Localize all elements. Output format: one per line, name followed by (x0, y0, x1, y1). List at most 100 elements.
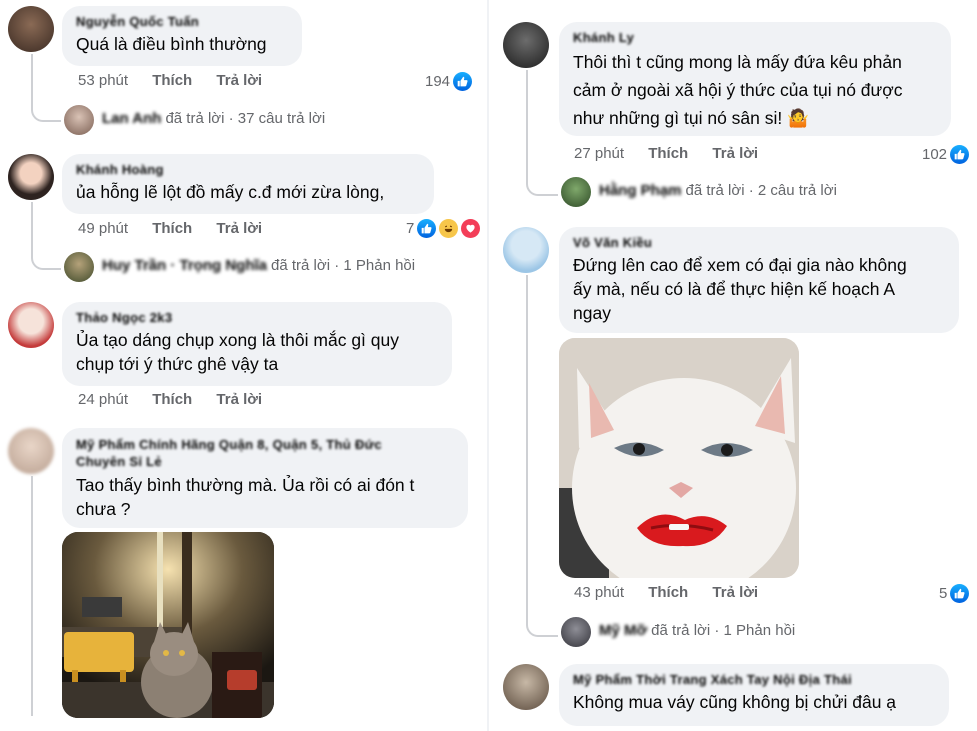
avatar[interactable] (8, 6, 54, 52)
comment-text-line: chưa ? (76, 499, 131, 519)
view-replies-link[interactable]: Huy Trần · Trọng Nghĩa đã trả lời · 1 Ph… (96, 257, 415, 274)
avatar[interactable] (503, 22, 549, 68)
comment-author[interactable]: Thảo Ngọc 2k3 (76, 310, 438, 325)
comment-actions: 49 phút Thích Trả lời (78, 220, 282, 237)
reply-thread-line (31, 54, 61, 122)
comment-text: Quá là điều bình thường (76, 34, 267, 54)
avatar[interactable] (64, 252, 94, 282)
reaction-count[interactable]: 5 (939, 584, 970, 603)
comment-bubble: Mỹ Phẩm Thời Trang Xách Tay Nội Địa Thái… (559, 664, 949, 726)
comment-author[interactable]: Khánh Ly (573, 30, 937, 45)
comment-text: Thôi thì t cũng mong là mấy đứa kêu phản… (573, 48, 937, 132)
reply-summary: đã trả lời · 1 Phản hồi (271, 257, 416, 274)
reply-thread-line (31, 476, 33, 716)
reaction-count[interactable]: 102 (922, 145, 970, 164)
comment-time[interactable]: 53 phút (78, 72, 128, 89)
reply-author: Mỹ Mỡ (599, 622, 648, 639)
comment-text-line: Ủa tạo dáng chụp xong là thôi mắc gì quy (76, 330, 399, 350)
avatar[interactable] (503, 227, 549, 273)
comment-author[interactable]: Võ Văn Kiều (573, 235, 945, 250)
comment-author[interactable]: Khánh Hoàng (76, 162, 420, 177)
comment-actions: 53 phút Thích Trả lời (78, 72, 282, 89)
avatar[interactable] (8, 428, 54, 474)
reply-author: Lan Anh (102, 110, 162, 127)
comment-text: Tao thấy bình thường mà. Ủa rồi có ai đó… (76, 473, 454, 521)
reply-thread-line (31, 202, 61, 270)
reply-summary: đã trả lời · 37 câu trả lời (165, 110, 326, 127)
comment-text: ủa hỗng lẽ lột đồ mấy c.đ mới zừa lòng, (76, 182, 385, 202)
comment-author[interactable]: Mỹ Phẩm Thời Trang Xách Tay Nội Địa Thái (573, 672, 935, 687)
reply-button[interactable]: Trả lời (712, 584, 758, 601)
comment-photo[interactable] (62, 532, 274, 718)
like-button[interactable]: Thích (152, 72, 192, 89)
comment-text-line: ấy mà, nếu có là để thực hiện kế hoạch A (573, 279, 896, 299)
like-reaction-icon (417, 219, 437, 238)
comment-text-line: ngay (573, 303, 611, 323)
haha-reaction-icon (439, 219, 459, 238)
comment-bubble: Mỹ Phẩm Chính Hãng Quận 8, Quận 5, Thủ Đ… (62, 428, 468, 528)
reply-author: Huy Trần · Trọng Nghĩa (102, 257, 268, 274)
comment-actions: 24 phút Thích Trả lời (78, 391, 282, 408)
comment-photo[interactable] (559, 338, 799, 578)
comment-text-line: cảm ở ngoài xã hội ý thức của tụi nó đượ… (573, 80, 903, 100)
comment-actions: 43 phút Thích Trả lời (574, 584, 778, 601)
comment-bubble: Thảo Ngọc 2k3 Ủa tạo dáng chụp xong là t… (62, 302, 452, 386)
avatar[interactable] (8, 302, 54, 348)
reaction-number: 7 (406, 220, 415, 237)
reaction-number: 5 (939, 585, 948, 602)
avatar[interactable] (64, 105, 94, 135)
avatar[interactable] (8, 154, 54, 200)
comment-author[interactable]: Nguyễn Quốc Tuấn (76, 14, 288, 29)
like-reaction-icon (950, 145, 970, 164)
cat-meme-photo (559, 338, 799, 578)
comment-time[interactable]: 49 phút (78, 220, 128, 237)
view-replies-link[interactable]: Mỹ Mỡ đã trả lời · 1 Phản hồi (593, 622, 795, 639)
comment-author-line: Chuyên Sỉ Lẻ (76, 454, 162, 469)
comment-author-line: Mỹ Phẩm Chính Hãng Quận 8, Quận 5, Thủ Đ… (76, 437, 382, 452)
reaction-number: 194 (425, 73, 451, 90)
reply-button[interactable]: Trả lời (216, 391, 262, 408)
avatar[interactable] (503, 664, 549, 710)
comment-actions: 27 phút Thích Trả lời (574, 145, 778, 162)
comment-bubble: Nguyễn Quốc Tuấn Quá là điều bình thường (62, 6, 302, 66)
reply-summary: đã trả lời · 2 câu trả lời (685, 182, 837, 199)
like-button[interactable]: Thích (648, 145, 688, 162)
like-button[interactable]: Thích (648, 584, 688, 601)
like-reaction-icon (453, 72, 473, 91)
comment-bubble: Khánh Ly Thôi thì t cũng mong là mấy đứa… (559, 22, 951, 136)
comment-bubble: Võ Văn Kiều Đứng lên cao để xem có đại g… (559, 227, 959, 333)
like-reaction-icon (950, 584, 970, 603)
comment-time[interactable]: 27 phút (574, 145, 624, 162)
reply-thread-line (526, 70, 558, 196)
reply-summary: đã trả lời · 1 Phản hồi (651, 622, 796, 639)
reaction-number: 102 (922, 146, 948, 163)
comment-text-line: Tao thấy bình thường mà. Ủa rồi có ai đó… (76, 475, 415, 495)
cat-cafe-photo (62, 532, 274, 718)
comment-time[interactable]: 43 phút (574, 584, 624, 601)
comment-text: Ủa tạo dáng chụp xong là thôi mắc gì quy… (76, 328, 438, 376)
comment-author[interactable]: Mỹ Phẩm Chính Hãng Quận 8, Quận 5, Thủ Đ… (76, 436, 454, 470)
comment-text: Không mua váy cũng không bị chửi đâu ạ (573, 692, 897, 712)
reply-author: Hằng Phạm (599, 182, 682, 199)
comment-text-line: chụp tới ý thức ghê vậy ta (76, 354, 279, 374)
comment-text-line: Đứng lên cao để xem có đại gia nào không (573, 255, 907, 275)
reply-button[interactable]: Trả lời (712, 145, 758, 162)
comment-text-line: Thôi thì t cũng mong là mấy đứa kêu phản (573, 52, 902, 72)
love-reaction-icon (461, 219, 481, 238)
reaction-count[interactable]: 7 (406, 219, 481, 238)
comment-text-line: như những gì tụi nó sân si! 🤷 (573, 108, 809, 128)
avatar[interactable] (561, 177, 591, 207)
avatar[interactable] (561, 617, 591, 647)
like-button[interactable]: Thích (152, 220, 192, 237)
comment-time[interactable]: 24 phút (78, 391, 128, 408)
reply-thread-line (526, 275, 558, 637)
view-replies-link[interactable]: Hằng Phạm đã trả lời · 2 câu trả lời (593, 182, 837, 199)
view-replies-link[interactable]: Lan Anh đã trả lời · 37 câu trả lời (96, 110, 325, 127)
column-divider (487, 0, 489, 731)
comment-text: Đứng lên cao để xem có đại gia nào không… (573, 253, 945, 325)
reply-button[interactable]: Trả lời (216, 72, 262, 89)
reaction-count[interactable]: 194 (425, 72, 473, 91)
like-button[interactable]: Thích (152, 391, 192, 408)
comment-bubble: Khánh Hoàng ủa hỗng lẽ lột đồ mấy c.đ mớ… (62, 154, 434, 214)
reply-button[interactable]: Trả lời (216, 220, 262, 237)
